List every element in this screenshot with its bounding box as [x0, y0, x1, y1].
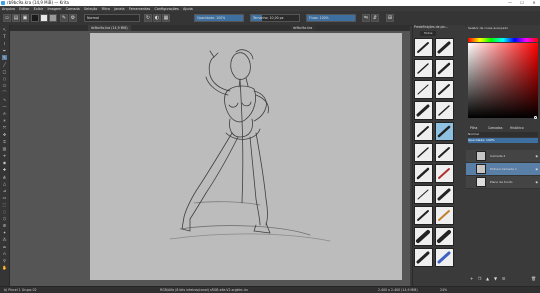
edit-shapes-tool-icon[interactable]: ⌇ — [2, 41, 7, 46]
brush-editor-icon[interactable]: ⚙ — [69, 14, 77, 22]
measure-tool-icon[interactable]: ⊿ — [2, 188, 7, 193]
save-document-icon[interactable]: ▣ — [21, 14, 29, 22]
tool-options-toolbar: ▫ ▤ ▣ ✎ ⚙ Normal ↻ ◐ ▦ Opacidade: 100% T… — [0, 11, 540, 26]
eye-icon[interactable]: ◉ — [535, 163, 538, 175]
eye-icon[interactable]: ◉ — [535, 176, 538, 188]
layer-row[interactable]: Camada 2 ◉ — [466, 150, 540, 163]
move-tool-icon[interactable]: ✥ — [2, 132, 7, 137]
layer-row[interactable]: Plano de fundo ◉ — [466, 176, 540, 189]
polyline-tool-icon[interactable]: ⌒ — [2, 90, 7, 95]
move-layer-down-icon[interactable]: ▼ — [492, 276, 499, 281]
mirror-horizontal-icon[interactable]: ⇋ — [362, 14, 370, 22]
status-image-size: 2.400 x 2.400 (14,9 MiB) — [378, 288, 418, 292]
eye-icon[interactable]: ◉ — [535, 150, 538, 162]
smart-patch-tool-icon[interactable]: ✚ — [2, 167, 7, 172]
size-slider[interactable]: Tamanho: 10,00 px — [250, 14, 300, 22]
ellipse-select-tool-icon[interactable]: ◌ — [2, 209, 7, 214]
polygon-select-tool-icon[interactable]: ⬡ — [2, 216, 7, 221]
reload-preset-icon[interactable]: ↻ — [144, 14, 152, 22]
opacity-label: Opacidade: 100% — [197, 16, 226, 20]
tab-pilha[interactable]: Pilha — [470, 126, 477, 131]
bezier-tool-icon[interactable]: ∿ — [2, 97, 7, 102]
figure-sketch — [169, 49, 331, 242]
magnetic-select-tool-icon[interactable]: ∩ — [2, 251, 7, 256]
layer-name: Camada 2 — [490, 154, 506, 158]
fill-tool-icon[interactable]: ◭ — [2, 174, 7, 179]
transform-tool-icon[interactable]: ⤧ — [2, 125, 7, 130]
reference-images-tool-icon[interactable]: ▭ — [2, 195, 7, 200]
hue-bar[interactable] — [468, 38, 538, 42]
flow-label: Fluxo: 100% — [309, 16, 329, 20]
gradient-swatch[interactable] — [40, 14, 48, 22]
layer-thumbnail — [476, 164, 486, 174]
blend-mode-select[interactable]: Normal — [84, 14, 140, 22]
crop-tool-icon[interactable]: ⌗ — [2, 139, 7, 144]
tab-historico[interactable]: Histórico — [510, 126, 524, 131]
saturation-value-square[interactable] — [468, 43, 538, 118]
freehand-path-tool-icon[interactable]: 〰 — [2, 104, 7, 109]
similar-select-tool-icon[interactable]: ⁂ — [2, 237, 7, 242]
brush-tag-select[interactable]: Todos — [420, 31, 437, 36]
layer-blend-select[interactable]: Normal — [468, 132, 538, 137]
layer-thumbnail — [476, 151, 486, 161]
layer-properties-icon[interactable]: ☰ — [500, 276, 507, 281]
select-shapes-tool-icon[interactable]: ↖ — [2, 27, 7, 32]
layer-row-selected[interactable]: Pintura Camada 1 ◉ — [466, 163, 540, 176]
pattern-swatch[interactable] — [49, 14, 57, 22]
bezier-select-tool-icon[interactable]: ⌓ — [2, 244, 7, 249]
colorize-mask-tool-icon[interactable]: ◉ — [2, 160, 7, 165]
status-color-profile: RGB/Alfa (8 bits inteiros/canal) sRGB-el… — [160, 288, 249, 292]
calligraphy-tool-icon[interactable]: ✒ — [2, 48, 7, 53]
krita-app-icon — [1, 1, 5, 5]
delete-layer-icon[interactable]: 🗑 — [530, 276, 537, 281]
new-document-icon[interactable]: ▫ — [3, 14, 11, 22]
size-label: Tamanho: 10,00 px — [253, 16, 284, 20]
opacity-slider[interactable]: Opacidade: 100% — [194, 14, 244, 22]
gradient-tool-icon[interactable]: ▥ — [2, 146, 7, 151]
rectangle-tool-icon[interactable]: □ — [2, 69, 7, 74]
status-brush-info: b) Pincel 1 Grupo 02 — [4, 288, 37, 292]
brush-stroke-previews — [416, 41, 451, 264]
assistant-tool-icon[interactable]: △ — [2, 181, 7, 186]
layer-name: Pintura Camada 1 — [490, 167, 517, 171]
layers-tabs: Pilha Camadas Histórico — [466, 126, 540, 131]
tab-camadas[interactable]: Camadas — [488, 126, 502, 131]
mirror-vertical-icon[interactable]: ⇵ — [371, 14, 379, 22]
drawing-canvas[interactable] — [90, 33, 402, 280]
brush-preset-icon[interactable]: ✎ — [60, 14, 68, 22]
preserve-alpha-icon[interactable]: ▦ — [162, 14, 170, 22]
layer-thumbnail — [476, 177, 486, 187]
wrap-around-icon[interactable]: ⊞ — [386, 14, 394, 22]
dynamic-brush-tool-icon[interactable]: ✍ — [2, 111, 7, 116]
layer-opacity-slider[interactable]: Opacidade: 100% — [468, 138, 538, 143]
rect-select-tool-icon[interactable]: ⬚ — [2, 202, 7, 207]
freehand-brush-tool-icon[interactable]: ✎ — [2, 55, 7, 60]
zoom-tool-icon[interactable]: ⚲ — [2, 258, 7, 263]
duplicate-layer-icon[interactable]: ❐ — [476, 276, 483, 281]
open-document-icon[interactable]: ▤ — [12, 14, 20, 22]
foreground-color-swatch[interactable] — [31, 14, 39, 22]
color-picker-tool-icon[interactable]: ⌖ — [2, 153, 7, 158]
ellipse-tool-icon[interactable]: ○ — [2, 76, 7, 81]
color-picker-marker[interactable] — [534, 116, 537, 119]
brush-presets-title: Predefinições de pin... — [414, 25, 449, 29]
move-layer-up-icon[interactable]: ▲ — [484, 276, 491, 281]
brush-tag-row: Todos — [414, 31, 462, 36]
eraser-toggle-icon[interactable]: ◐ — [153, 14, 161, 22]
contiguous-select-tool-icon[interactable]: ✦ — [2, 230, 7, 235]
layer-name: Plano de fundo — [490, 180, 513, 184]
flow-slider[interactable]: Fluxo: 100% — [306, 14, 356, 22]
toolbox: ↖ T ⌇ ✒ ✎ ╱ □ ○ ⬠ ⌒ ∿ 〰 ✍ ✳ ⤧ ✥ ⌗ ▥ ⌖ ◉ … — [0, 25, 10, 286]
polygon-tool-icon[interactable]: ⬠ — [2, 83, 7, 88]
color-panel-title: Seletor de cores avançado — [468, 26, 508, 30]
add-layer-icon[interactable]: + — [468, 276, 475, 281]
text-tool-icon[interactable]: T — [2, 34, 7, 39]
freehand-select-tool-icon[interactable]: ᘐ — [2, 223, 7, 228]
multibrush-tool-icon[interactable]: ✳ — [2, 118, 7, 123]
status-zoom[interactable]: 24% — [440, 287, 447, 293]
brush-presets-grid — [414, 38, 462, 278]
pan-tool-icon[interactable]: ✋ — [2, 265, 7, 270]
line-tool-icon[interactable]: ╱ — [2, 62, 7, 67]
